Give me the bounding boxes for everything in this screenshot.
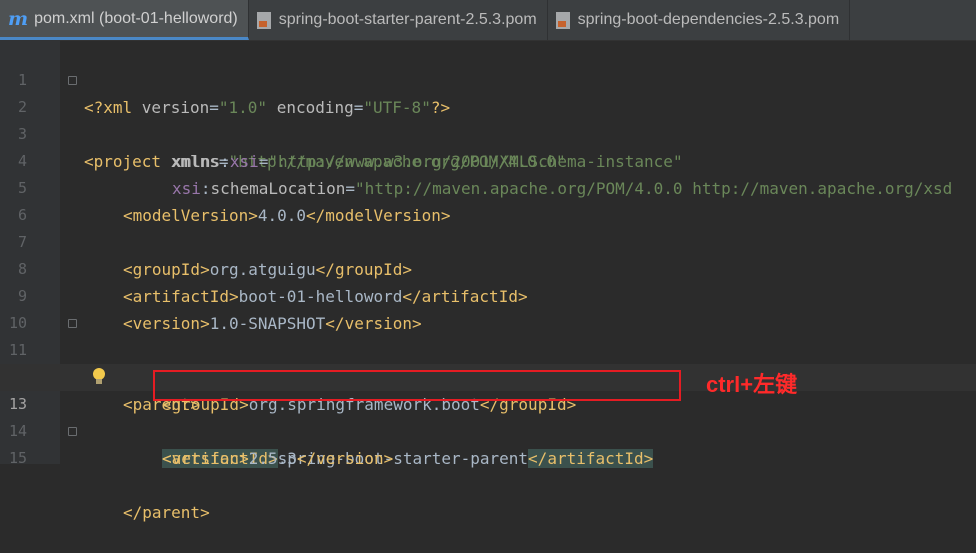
code-line-8: 8 <artifactId>boot-01-helloword</artifac… [0, 229, 976, 306]
maven-m-icon: m [8, 7, 29, 30]
highlight-box [153, 370, 681, 401]
fold-marker-icon[interactable] [68, 319, 77, 328]
tab-spring-boot-dependencies[interactable]: spring-boot-dependencies-2.5.3.pom [548, 0, 851, 40]
code-text: <version>2.5.3</version> [162, 449, 394, 468]
code-line-15: 15 </parent> [0, 418, 976, 522]
code-line-6: 6 [0, 175, 976, 224]
tab-label: pom.xml (boot-01-helloword) [34, 9, 238, 27]
code-line-4: 4 xsi:schemaLocation="http://maven.apach… [0, 121, 976, 198]
fold-marker-icon[interactable] [68, 76, 77, 85]
code-line-5: 5 <modelVersion>4.0.0</modelVersion> [0, 148, 976, 225]
pom-file-icon [256, 11, 271, 29]
code-editor[interactable]: 1 <?xml version="1.0" encoding="UTF-8"?>… [0, 40, 976, 522]
code-line-11: 11 <parent> [0, 310, 976, 414]
code-line-12: 12 <groupId>org.springframework.boot</gr… [0, 337, 976, 414]
code-line-10: 10 [0, 283, 976, 332]
line-number: 15 [8, 449, 27, 467]
editor-tab-bar: m pom.xml (boot-01-helloword) spring-boo… [0, 0, 976, 41]
code-line-7: 7 <groupId>org.atguigu</groupId> [0, 202, 976, 279]
tab-pom-xml[interactable]: m pom.xml (boot-01-helloword) [0, 0, 249, 40]
code-line-1: 1 <?xml version="1.0" encoding="UTF-8"?> [0, 40, 976, 117]
tab-label: spring-boot-dependencies-2.5.3.pom [577, 11, 840, 28]
tab-label: spring-boot-starter-parent-2.5.3.pom [278, 11, 537, 28]
annotation-label: ctrl+左键 [706, 372, 798, 397]
pom-file-icon [555, 11, 570, 29]
fold-marker-icon[interactable] [68, 427, 77, 436]
code-line-9: 9 <version>1.0-SNAPSHOT</version> [0, 256, 976, 333]
code-line-2: 2 <project xmlns="http://maven.apache.or… [0, 67, 976, 171]
code-text: </parent> [123, 503, 210, 522]
tab-spring-boot-starter-parent[interactable]: spring-boot-starter-parent-2.5.3.pom [249, 0, 548, 40]
lightbulb-icon[interactable] [92, 368, 106, 386]
code-line-3: 3 xmlns:xsi="http://www.w3.org/2001/XMLS… [0, 94, 976, 171]
